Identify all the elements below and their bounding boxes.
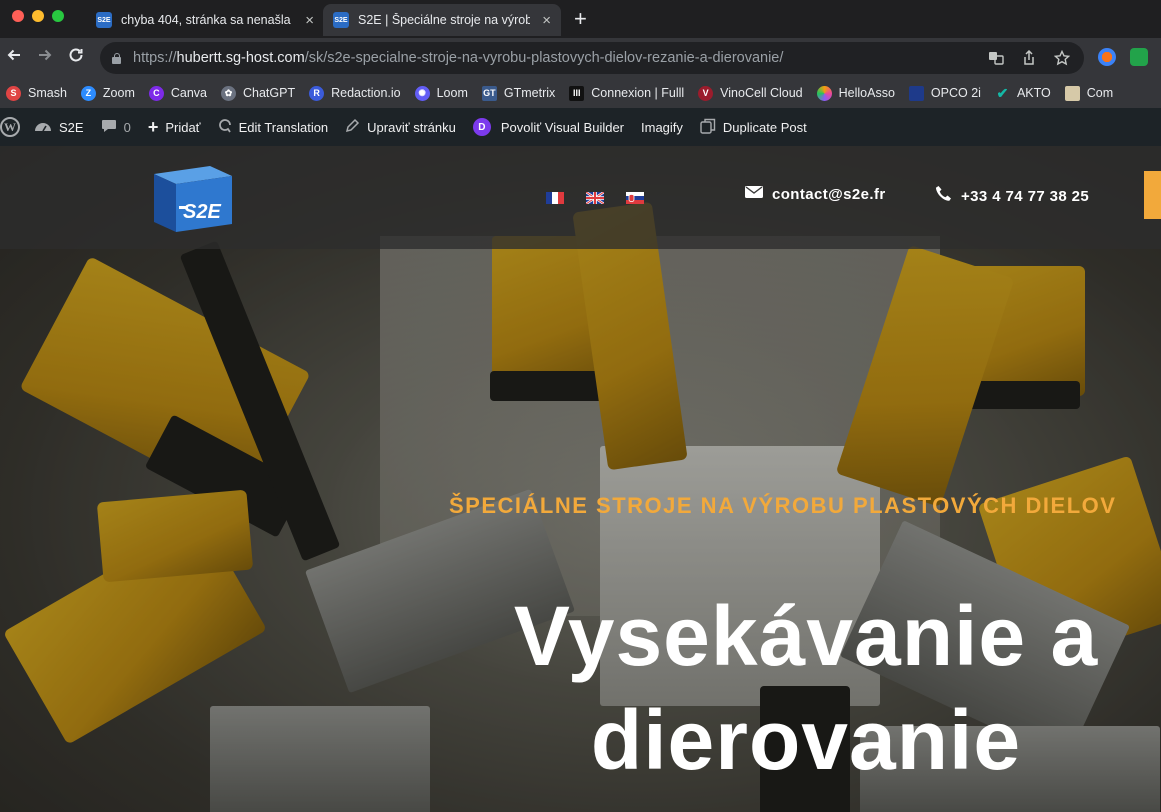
envelope-icon	[745, 185, 763, 204]
redaction-icon: R	[309, 85, 325, 101]
opco-icon	[908, 85, 924, 101]
tab-s2e-active[interactable]: S2E S2E | Špeciálne stroje na výrobu ×	[323, 4, 561, 36]
reload-icon	[69, 48, 83, 62]
s2e-favicon-icon: S2E	[333, 12, 349, 28]
header-email[interactable]: contact@s2e.fr	[745, 185, 886, 204]
bookmark-fulll[interactable]: III Connexion | Fulll	[569, 85, 684, 101]
back-arrow-icon	[7, 49, 20, 61]
divi-icon: D	[472, 118, 491, 136]
close-window-button[interactable]	[12, 10, 24, 22]
fulll-icon: III	[569, 85, 585, 101]
wordpress-logo-icon[interactable]: W	[0, 117, 20, 137]
flag-en-icon[interactable]	[585, 191, 605, 205]
bookmark-vinocell[interactable]: V VinoCell Cloud	[698, 85, 803, 101]
admin-add-new[interactable]: + Pridať	[148, 117, 201, 138]
zoom-icon: Z	[80, 85, 96, 101]
website-page: S2E contact@s2e.fr +33 4 74 77 38 25 ŠPE…	[0, 146, 1161, 812]
bookmark-opco[interactable]: OPCO 2i	[908, 85, 981, 101]
bookmark-redaction[interactable]: R Redaction.io	[309, 85, 401, 101]
extension-green-icon[interactable]	[1130, 48, 1148, 66]
admin-site-name[interactable]: S2E	[34, 119, 84, 136]
bookmark-smash[interactable]: S Smash	[6, 85, 67, 101]
loom-icon: ✺	[414, 85, 430, 101]
maximize-window-button[interactable]	[52, 10, 64, 22]
bookmark-gtmetrix[interactable]: GT GTmetrix	[481, 85, 555, 101]
tab-title: S2E | Špeciálne stroje na výrobu	[358, 13, 530, 27]
bookmarks-bar: S Smash Z Zoom C Canva ✿ ChatGPT R Redaction.…	[0, 78, 1161, 108]
flag-sk-icon[interactable]	[626, 191, 644, 204]
admin-edit-page[interactable]: Upraviť stránku	[345, 118, 456, 136]
tab-title: chyba 404, stránka sa nenašla	[121, 13, 291, 27]
admin-duplicate-post[interactable]: Duplicate Post	[700, 118, 807, 137]
vinocell-icon: V	[698, 85, 714, 101]
reload-button[interactable]	[67, 46, 85, 69]
comment-icon	[101, 119, 117, 136]
bookmark-com[interactable]: Com	[1064, 85, 1113, 101]
url-text[interactable]: https://hubertt.sg-host.com/sk/s2e-speci…	[133, 50, 783, 66]
phone-icon	[935, 185, 952, 207]
bookmark-akto[interactable]: ✔ AKTO	[995, 84, 1051, 101]
bookmark-star-icon[interactable]	[1053, 49, 1071, 69]
smash-icon: S	[6, 85, 21, 101]
translate-icon[interactable]	[988, 50, 1004, 69]
browser-toolbar: https://hubertt.sg-host.com/sk/s2e-speci…	[0, 38, 1161, 78]
s2e-favicon-icon: S2E	[96, 12, 112, 28]
dashboard-icon	[34, 119, 52, 136]
bookmark-zoom[interactable]: Z Zoom	[80, 85, 135, 101]
header-cta-button[interactable]	[1144, 171, 1161, 219]
tab-404[interactable]: S2E chyba 404, stránka sa nenašla ×	[86, 4, 324, 36]
canva-icon: C	[148, 85, 164, 101]
chatgpt-icon: ✿	[221, 85, 236, 101]
admin-comments[interactable]: 0	[101, 119, 131, 136]
bookmark-loom[interactable]: ✺ Loom	[414, 85, 468, 101]
translation-icon	[218, 118, 232, 137]
hero-title: Vysekávanie a dierovanie	[513, 589, 1099, 787]
new-tab-button[interactable]: +	[574, 8, 587, 30]
share-icon[interactable]	[1021, 49, 1037, 69]
bookmark-chatgpt[interactable]: ✿ ChatGPT	[221, 85, 295, 101]
gtmetrix-icon: GT	[481, 85, 497, 101]
plus-icon: +	[147, 116, 159, 137]
s2e-logo[interactable]: S2E	[150, 162, 234, 232]
hero-eyebrow: ŠPECIÁLNE STROJE NA VÝROBU PLASTOVÝCH DI…	[449, 493, 1117, 518]
pencil-icon	[345, 118, 360, 136]
flag-fr-icon[interactable]	[546, 191, 564, 204]
wp-admin-bar: W S2E 0 + Pridať Edit Translation Upravi…	[0, 108, 1161, 146]
com-icon	[1064, 85, 1080, 101]
tab-close-icon[interactable]: ×	[542, 13, 551, 28]
admin-imagify[interactable]: Imagify	[641, 120, 683, 135]
address-bar[interactable]: https://hubertt.sg-host.com/sk/s2e-speci…	[100, 42, 1084, 74]
extension-icon[interactable]	[1098, 48, 1116, 66]
akto-icon: ✔	[996, 84, 1009, 101]
bookmark-helloasso[interactable]: HelloAsso	[816, 85, 895, 101]
lock-icon[interactable]	[112, 52, 121, 64]
bookmark-canva[interactable]: C Canva	[148, 85, 207, 101]
minimize-window-button[interactable]	[32, 10, 44, 22]
helloasso-icon	[816, 85, 832, 101]
duplicate-icon	[700, 118, 716, 137]
site-header: S2E contact@s2e.fr +33 4 74 77 38 25	[0, 146, 1161, 249]
browser-tab-strip: S2E chyba 404, stránka sa nenašla × S2E …	[0, 0, 1161, 38]
tab-close-icon[interactable]: ×	[305, 13, 314, 28]
header-phone[interactable]: +33 4 74 77 38 25	[935, 185, 1089, 207]
forward-arrow-icon	[39, 49, 52, 61]
forward-button[interactable]	[36, 46, 54, 69]
back-button[interactable]	[5, 46, 23, 69]
admin-edit-translation[interactable]: Edit Translation	[218, 118, 328, 137]
svg-text:S2E: S2E	[183, 201, 221, 223]
admin-visual-builder[interactable]: D Povoliť Visual Builder	[472, 118, 624, 136]
